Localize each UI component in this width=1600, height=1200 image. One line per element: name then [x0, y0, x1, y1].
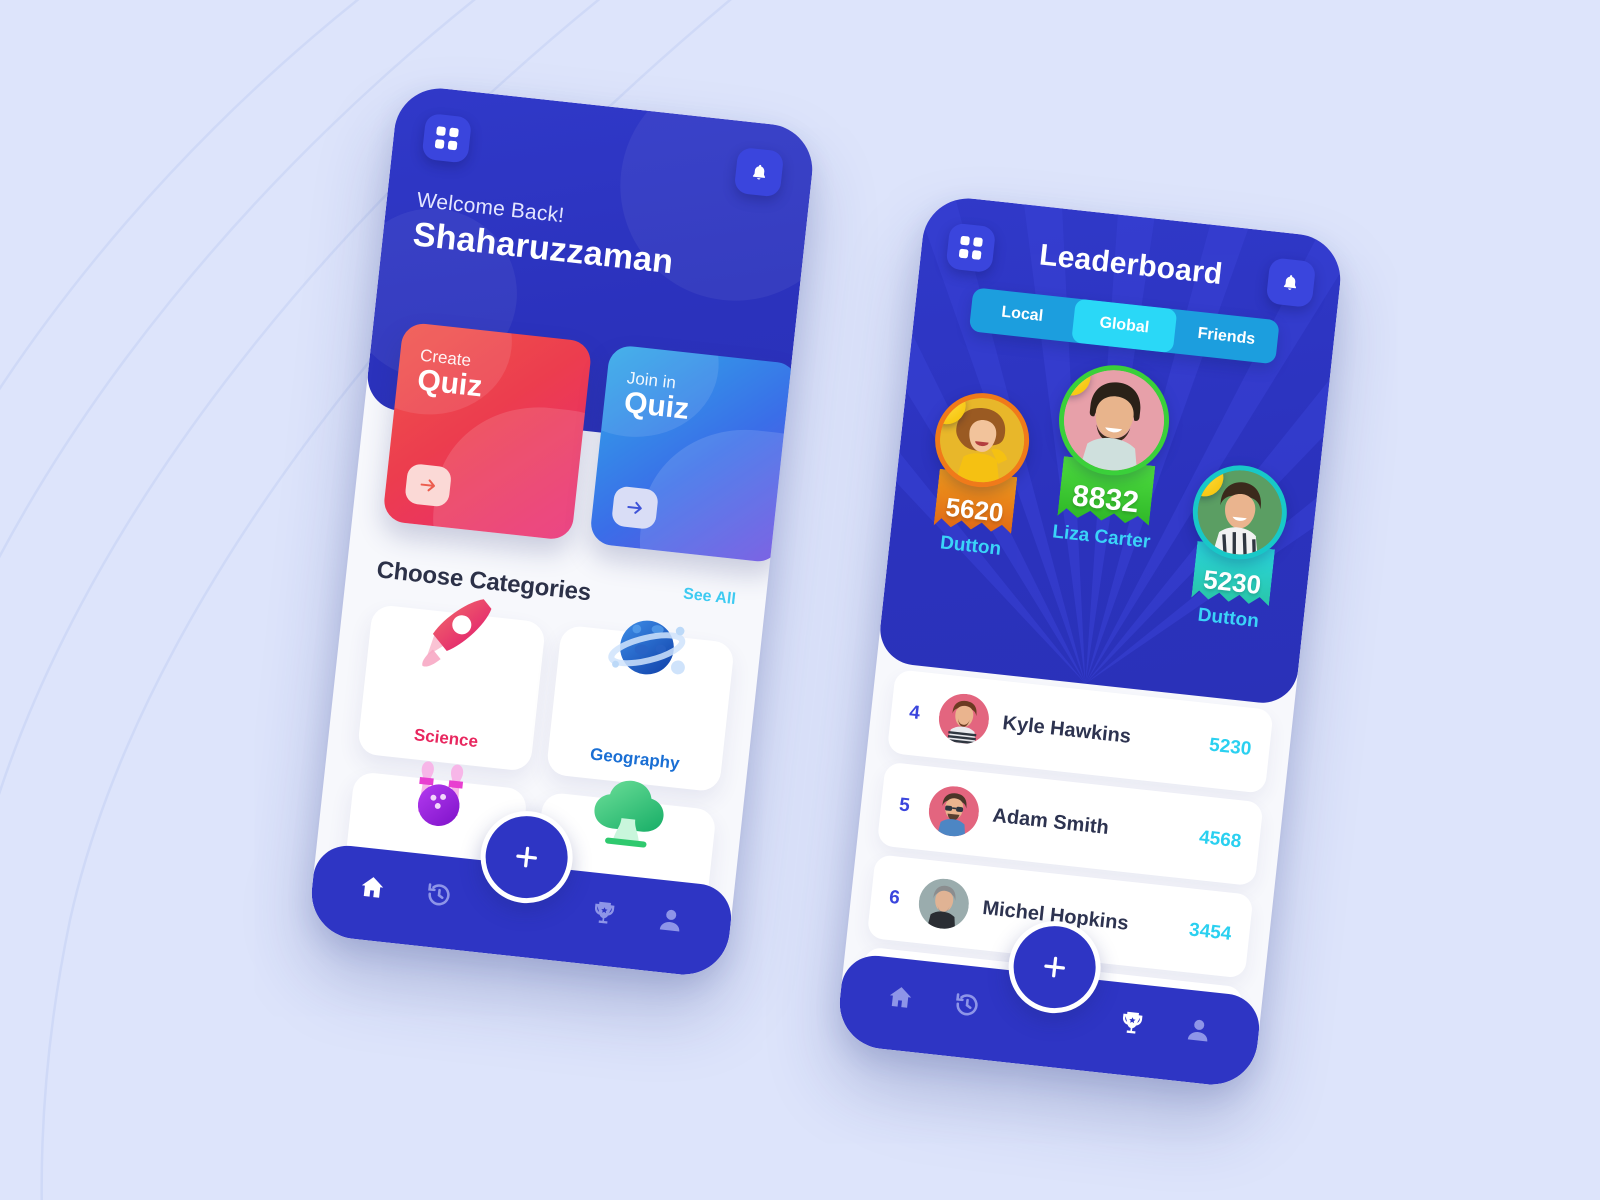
row-score: 3454: [1188, 919, 1233, 945]
notifications-button[interactable]: [733, 146, 785, 198]
home-icon[interactable]: [885, 982, 916, 1013]
avatar-image: [916, 876, 972, 932]
row-score: 5230: [1208, 734, 1253, 760]
podium-name-3: Dutton: [1196, 604, 1260, 633]
podium-name-2: Dutton: [939, 532, 1003, 560]
podium-place-3[interactable]: 3 5230 Dutton: [1180, 460, 1292, 635]
grid-icon: [958, 235, 983, 260]
menu-button[interactable]: [421, 112, 473, 164]
leaderboard-notifications-button[interactable]: [1265, 257, 1317, 308]
trophy-icon[interactable]: [589, 897, 620, 928]
row-score: 4568: [1198, 827, 1243, 853]
history-icon[interactable]: [423, 879, 454, 910]
avatar: [936, 691, 992, 747]
plus-icon: [516, 846, 537, 868]
avatar-image: [936, 691, 992, 747]
join-quiz-card[interactable]: Join in Quiz: [588, 344, 800, 564]
leaderboard-header: Leaderboard Local Global Friends 2 5620 …: [876, 193, 1345, 707]
quiz-card-carousel[interactable]: Create Quiz Join in Quiz C B: [382, 321, 817, 586]
join-quiz-arrow-button[interactable]: [610, 485, 660, 531]
row-name: Kyle Hawkins: [1001, 711, 1133, 748]
podium: 2 5620 Dutton 1 8832 Liza Carter 3 5230 …: [910, 350, 1303, 638]
row-rank: 4: [908, 701, 921, 724]
podium-name-1: Liza Carter: [1051, 521, 1152, 553]
trophy-icon[interactable]: [1117, 1007, 1148, 1038]
leaderboard-menu-button[interactable]: [945, 222, 997, 274]
bell-icon: [752, 164, 765, 179]
create-quiz-arrow-button[interactable]: [404, 463, 453, 508]
phone-home-screen: Welcome Back! Shaharuzzaman Create Quiz …: [307, 83, 817, 980]
see-all-link[interactable]: See All: [682, 586, 736, 610]
avatar: [926, 783, 982, 839]
card-blob: [629, 419, 800, 564]
row-rank: 5: [898, 794, 911, 817]
row-name: Adam Smith: [991, 804, 1110, 839]
plus-icon: [1044, 956, 1065, 978]
avatar-image: [926, 783, 982, 839]
card-blob: [423, 396, 593, 542]
arrow-right-icon: [627, 501, 642, 514]
podium-place-1[interactable]: 1 8832 Liza Carter: [1045, 359, 1175, 555]
grid-icon: [434, 126, 459, 151]
podium-place-2[interactable]: 2 5620 Dutton: [923, 388, 1034, 562]
bowling-icon: [417, 761, 464, 827]
arrow-right-icon: [420, 479, 436, 492]
third-quiz-card[interactable]: C B: [795, 366, 817, 586]
tree-icon: [594, 780, 664, 848]
history-icon[interactable]: [951, 989, 982, 1020]
avatar: [916, 876, 972, 932]
create-quiz-card[interactable]: Create Quiz: [382, 321, 593, 542]
row-rank: 6: [888, 886, 901, 909]
profile-icon[interactable]: [1184, 1015, 1215, 1046]
home-icon[interactable]: [357, 872, 388, 903]
profile-icon[interactable]: [656, 905, 687, 936]
phone-leaderboard-screen: Leaderboard Local Global Friends 2 5620 …: [835, 193, 1345, 1090]
bell-icon: [1284, 274, 1297, 290]
